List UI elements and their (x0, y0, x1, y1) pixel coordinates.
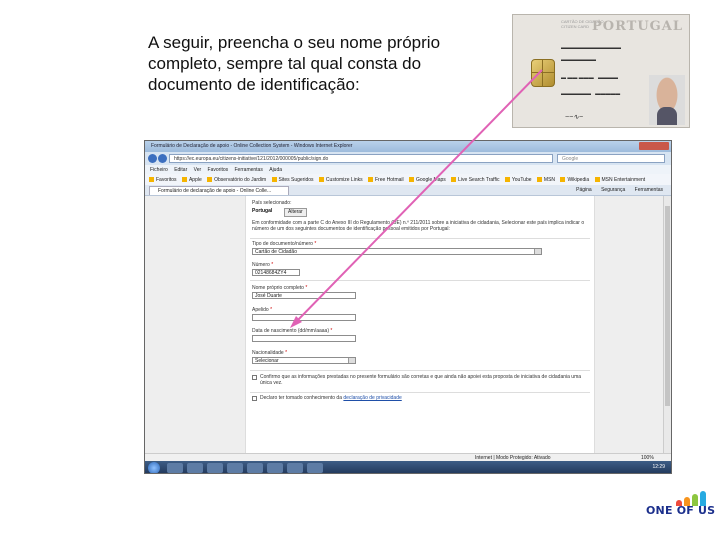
pointer-arrow (290, 69, 543, 328)
one-of-us-logo: ONE OF US (636, 490, 715, 520)
logo-text: ONE OF US (646, 504, 716, 517)
arrow-line (293, 69, 543, 325)
